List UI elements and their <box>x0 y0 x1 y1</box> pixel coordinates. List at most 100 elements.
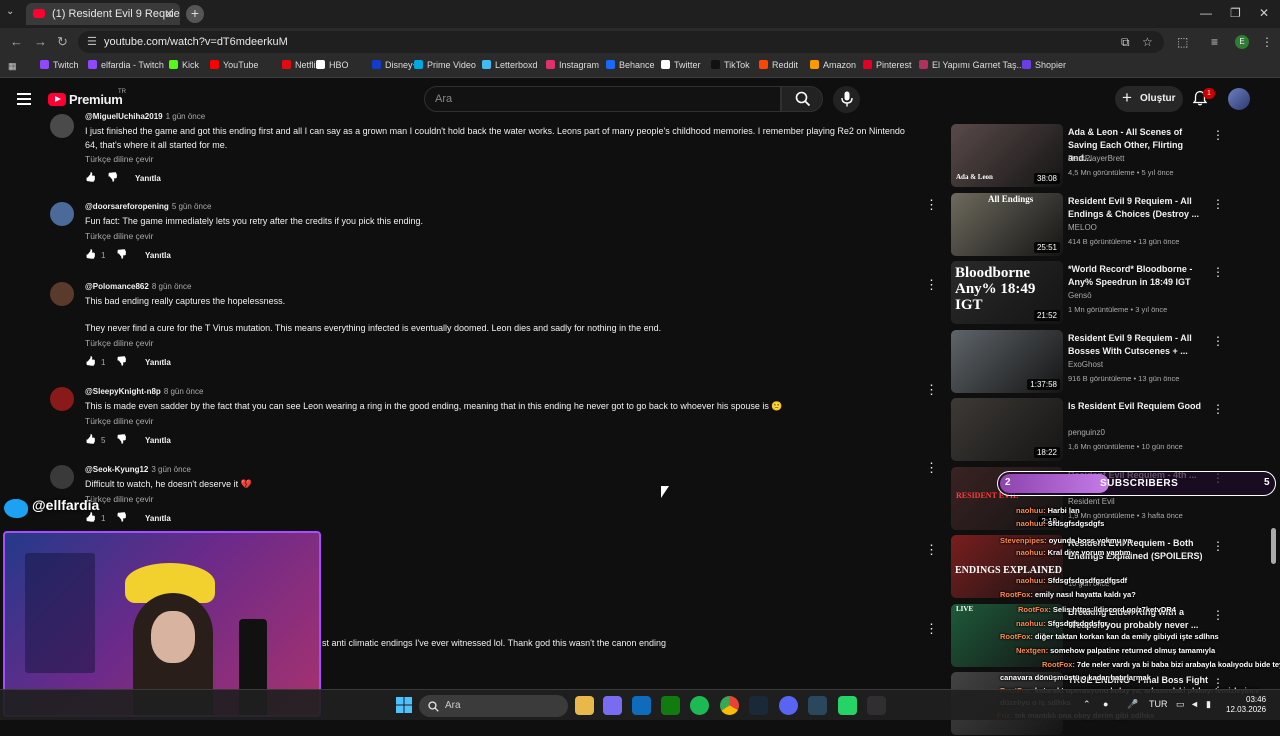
cast-icon[interactable]: ⧉ <box>1121 35 1130 50</box>
extensions-icon[interactable]: ⬚ <box>1177 35 1188 49</box>
like-icon[interactable]: 👍 <box>85 172 96 183</box>
taskbar-search-input[interactable]: Ara <box>419 695 568 717</box>
translate-link[interactable]: Türkçe diline çevir <box>85 154 154 164</box>
video-channel[interactable]: DarkPlayerBrett <box>1068 154 1124 163</box>
youtube-logo-icon[interactable] <box>48 93 66 106</box>
battery-icon[interactable]: ▮ <box>1206 699 1211 710</box>
comment-timestamp[interactable]: 8 gün önce <box>164 387 204 396</box>
video-title[interactable]: Is Resident Evil Requiem Good <box>1068 400 1208 413</box>
profile-avatar[interactable]: E <box>1235 35 1249 49</box>
bookmark-item[interactable]: Amazon <box>810 60 856 70</box>
url-field[interactable]: ☰ youtube.com/watch?v=dT6mdeerkuM <box>78 31 1164 53</box>
video-channel[interactable]: Gensō <box>1068 291 1092 300</box>
whatsapp-icon[interactable] <box>838 696 857 715</box>
comment-timestamp[interactable]: 5 gün önce <box>172 202 212 211</box>
comment-timestamp[interactable]: 8 gün önce <box>152 282 192 291</box>
copilot-icon[interactable] <box>603 696 622 715</box>
reply-button[interactable]: Yanıtla <box>145 358 171 367</box>
bookmark-item[interactable]: Twitter <box>661 60 701 70</box>
steam-2-icon[interactable] <box>808 696 827 715</box>
hamburger-menu-icon[interactable] <box>17 93 31 105</box>
video-menu-icon[interactable]: ⋮ <box>1212 608 1224 622</box>
spotify-icon[interactable] <box>690 696 709 715</box>
translate-link[interactable]: Türkçe diline çevir <box>85 231 154 241</box>
like-icon[interactable]: 👍 <box>85 434 96 445</box>
commenter-avatar[interactable] <box>50 282 74 306</box>
comment-kebab-menu-icon[interactable]: ⋮ <box>925 621 938 637</box>
xbox-icon[interactable] <box>661 696 680 715</box>
video-channel[interactable]: Resident Evil <box>1068 497 1115 506</box>
maximize-icon[interactable]: ❐ <box>1230 6 1241 20</box>
search-button[interactable] <box>781 86 823 112</box>
video-menu-icon[interactable]: ⋮ <box>1212 128 1224 142</box>
brand-name[interactable]: Premium <box>69 92 123 107</box>
like-icon[interactable]: 👍 <box>85 512 96 523</box>
dislike-icon[interactable]: 👎 <box>116 434 127 445</box>
bookmark-star-icon[interactable]: ☆ <box>1142 35 1153 49</box>
back-icon[interactable]: ← <box>10 34 23 49</box>
comment-kebab-menu-icon[interactable]: ⋮ <box>925 542 938 558</box>
commenter-avatar[interactable] <box>50 202 74 226</box>
like-icon[interactable]: 👍 <box>85 356 96 367</box>
search-input[interactable]: Ara <box>424 86 781 112</box>
reply-button[interactable]: Yanıtla <box>145 436 171 445</box>
translate-link[interactable]: Türkçe diline çevir <box>85 416 154 426</box>
reload-icon[interactable]: ↻ <box>57 34 68 50</box>
volume-icon[interactable]: ◄ <box>1190 699 1199 709</box>
reply-button[interactable]: Yanıtla <box>135 174 161 183</box>
browser-tab[interactable]: (1) Resident Evil 9 Requiem - Bo ✕ <box>26 3 180 25</box>
comment-kebab-menu-icon[interactable]: ⋮ <box>925 461 938 479</box>
bookmark-item[interactable]: Shopier <box>1022 60 1066 70</box>
bookmark-item[interactable]: Twitch <box>40 60 79 70</box>
bookmark-item[interactable]: Disney+ <box>372 60 418 70</box>
bookmark-item[interactable]: YouTube <box>210 60 258 70</box>
comment-timestamp[interactable]: 3 gün önce <box>151 465 191 474</box>
bookmark-item[interactable]: Kick <box>169 60 199 70</box>
comment-kebab-menu-icon[interactable]: ⋮ <box>925 198 938 216</box>
tab-search-chevron-icon[interactable]: ⌄ <box>6 6 14 17</box>
recommended-video[interactable]: 18:22 Is Resident Evil Requiem Good pengui… <box>951 398 1224 462</box>
video-title[interactable]: Resident Evil 9 Requiem - All Bosses Wit… <box>1068 332 1208 358</box>
network-icon[interactable]: ▭ <box>1176 699 1185 710</box>
video-menu-icon[interactable]: ⋮ <box>1212 265 1224 279</box>
media-icon[interactable]: ≡ <box>1211 35 1218 49</box>
site-info-icon[interactable]: ☰ <box>87 35 97 48</box>
reply-button[interactable]: Yanıtla <box>145 514 171 523</box>
system-clock[interactable]: 03:46 12.03.2026 <box>1226 695 1266 715</box>
new-tab-button[interactable]: + <box>186 5 204 23</box>
reply-button[interactable]: Yanıtla <box>145 251 171 260</box>
video-menu-icon[interactable]: ⋮ <box>1212 402 1224 416</box>
tray-app-icon[interactable]: ● <box>1103 699 1108 709</box>
comment-author[interactable]: @doorsareforopening 5 gün önce <box>85 202 211 211</box>
apps-grid-icon[interactable]: ▦ <box>8 61 17 72</box>
bookmark-item[interactable]: elfardia - Twitch <box>88 60 164 70</box>
obs-icon[interactable] <box>867 696 886 715</box>
bookmark-item[interactable]: Letterboxd <box>482 60 538 70</box>
bookmark-item[interactable]: Instagram <box>546 60 599 70</box>
discord-icon[interactable] <box>779 696 798 715</box>
video-thumbnail[interactable]: 18:22 <box>951 398 1063 461</box>
close-window-icon[interactable]: ✕ <box>1259 6 1269 20</box>
bookmark-item[interactable]: El Yapımı Garnet Taş... <box>919 60 1024 70</box>
comment-timestamp[interactable]: 1 gün önce <box>166 112 206 121</box>
video-menu-icon[interactable]: ⋮ <box>1212 539 1224 553</box>
bookmark-item[interactable]: Netflix <box>282 60 320 70</box>
account-avatar[interactable] <box>1228 88 1250 110</box>
dislike-icon[interactable]: 👎 <box>116 512 127 523</box>
create-button[interactable]: + Oluştur <box>1115 86 1183 112</box>
tab-close-icon[interactable]: ✕ <box>164 7 174 21</box>
bookmark-item[interactable]: TikTok <box>711 60 750 70</box>
comment-author[interactable]: @Polomance862 8 gün önce <box>85 282 191 291</box>
bookmark-item[interactable]: Prime Video <box>414 60 476 70</box>
comment-author[interactable]: @MiguelUchiha2019 1 gün önce <box>85 112 205 121</box>
tray-mic-icon[interactable]: 🎤 <box>1127 699 1138 710</box>
windows-start-icon[interactable] <box>396 697 412 713</box>
video-channel[interactable]: MELOO <box>1068 223 1097 232</box>
forward-icon[interactable]: → <box>34 34 47 49</box>
dislike-icon[interactable]: 👎 <box>116 249 127 260</box>
comment-author[interactable]: @Seok-Kyung12 3 gün önce <box>85 465 191 474</box>
commenter-avatar[interactable] <box>50 114 74 138</box>
voice-search-button[interactable] <box>833 86 860 113</box>
bookmark-item[interactable]: Pinterest <box>863 60 912 70</box>
minimize-icon[interactable]: — <box>1200 6 1212 20</box>
